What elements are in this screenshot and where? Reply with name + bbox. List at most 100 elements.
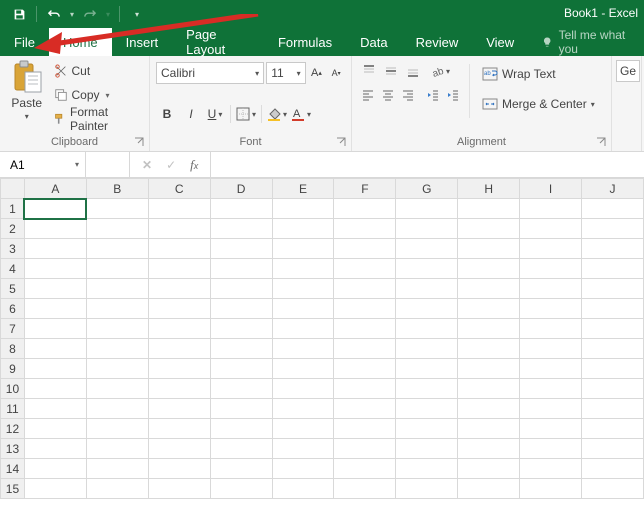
tab-file[interactable]: File bbox=[0, 28, 49, 56]
cell[interactable] bbox=[86, 459, 148, 479]
tab-data[interactable]: Data bbox=[346, 28, 401, 56]
cell[interactable] bbox=[396, 299, 458, 319]
cell[interactable] bbox=[24, 459, 86, 479]
column-header[interactable]: G bbox=[396, 179, 458, 199]
cell[interactable] bbox=[210, 319, 272, 339]
cell[interactable] bbox=[458, 299, 520, 319]
align-bottom-button[interactable] bbox=[402, 60, 424, 82]
qat-customize-dropdown[interactable]: ▾ bbox=[126, 3, 148, 25]
cell[interactable] bbox=[210, 459, 272, 479]
cell[interactable] bbox=[272, 299, 334, 319]
cell[interactable] bbox=[396, 399, 458, 419]
cell[interactable] bbox=[272, 199, 334, 219]
font-launcher-icon[interactable] bbox=[335, 136, 347, 148]
cell[interactable] bbox=[520, 239, 582, 259]
merge-center-button[interactable]: Merge & Center ▾ bbox=[478, 90, 595, 118]
cell[interactable] bbox=[148, 419, 210, 439]
cell[interactable] bbox=[86, 439, 148, 459]
alignment-launcher-icon[interactable] bbox=[595, 136, 607, 148]
cell[interactable] bbox=[86, 359, 148, 379]
cell[interactable] bbox=[24, 199, 86, 219]
cell[interactable] bbox=[86, 239, 148, 259]
increase-indent-button[interactable] bbox=[443, 84, 463, 106]
cell[interactable] bbox=[458, 279, 520, 299]
cell[interactable] bbox=[210, 359, 272, 379]
tell-me-search[interactable]: Tell me what you bbox=[534, 28, 644, 56]
cell[interactable] bbox=[396, 239, 458, 259]
cell[interactable] bbox=[334, 419, 396, 439]
cell[interactable] bbox=[24, 479, 86, 499]
cell[interactable] bbox=[334, 359, 396, 379]
tab-insert[interactable]: Insert bbox=[112, 28, 173, 56]
cell[interactable] bbox=[148, 379, 210, 399]
cell[interactable] bbox=[520, 279, 582, 299]
cell[interactable] bbox=[520, 219, 582, 239]
cell[interactable] bbox=[458, 199, 520, 219]
cell[interactable] bbox=[148, 479, 210, 499]
row-header[interactable]: 2 bbox=[1, 219, 25, 239]
cell[interactable] bbox=[334, 379, 396, 399]
clipboard-launcher-icon[interactable] bbox=[133, 136, 145, 148]
cell[interactable] bbox=[581, 219, 643, 239]
cell[interactable] bbox=[396, 259, 458, 279]
cell[interactable] bbox=[520, 479, 582, 499]
font-size-combo[interactable]: 11▾ bbox=[266, 62, 305, 84]
cell[interactable] bbox=[396, 459, 458, 479]
cell[interactable] bbox=[520, 459, 582, 479]
cell[interactable] bbox=[396, 359, 458, 379]
cell[interactable] bbox=[334, 439, 396, 459]
cell[interactable] bbox=[581, 299, 643, 319]
cell[interactable] bbox=[272, 219, 334, 239]
fill-color-button[interactable]: ▾ bbox=[266, 103, 288, 125]
font-color-button[interactable]: A▾ bbox=[290, 103, 312, 125]
cell[interactable] bbox=[581, 199, 643, 219]
cell[interactable] bbox=[396, 219, 458, 239]
paste-button[interactable]: Paste ▾ bbox=[6, 60, 48, 136]
cell[interactable] bbox=[334, 459, 396, 479]
cell[interactable] bbox=[581, 259, 643, 279]
cell[interactable] bbox=[210, 339, 272, 359]
cell[interactable] bbox=[86, 339, 148, 359]
cell[interactable] bbox=[520, 299, 582, 319]
cell[interactable] bbox=[272, 239, 334, 259]
orientation-button[interactable]: ab▾ bbox=[430, 60, 452, 82]
tab-view[interactable]: View bbox=[472, 28, 528, 56]
cell[interactable] bbox=[396, 379, 458, 399]
cell[interactable] bbox=[24, 279, 86, 299]
column-header[interactable]: E bbox=[272, 179, 334, 199]
cell[interactable] bbox=[520, 319, 582, 339]
italic-button[interactable]: I bbox=[180, 103, 202, 125]
bold-button[interactable]: B bbox=[156, 103, 178, 125]
cell[interactable] bbox=[86, 299, 148, 319]
column-header[interactable]: A bbox=[24, 179, 86, 199]
cell[interactable] bbox=[86, 259, 148, 279]
cell[interactable] bbox=[458, 459, 520, 479]
cell[interactable] bbox=[210, 379, 272, 399]
column-header[interactable]: C bbox=[148, 179, 210, 199]
cell[interactable] bbox=[458, 399, 520, 419]
cell[interactable] bbox=[86, 479, 148, 499]
cell[interactable] bbox=[458, 239, 520, 259]
cell[interactable] bbox=[148, 199, 210, 219]
align-right-button[interactable] bbox=[398, 84, 418, 106]
select-all-corner[interactable] bbox=[1, 179, 25, 199]
cell[interactable] bbox=[458, 339, 520, 359]
cell[interactable] bbox=[86, 419, 148, 439]
cell[interactable] bbox=[581, 399, 643, 419]
cell[interactable] bbox=[24, 319, 86, 339]
cell[interactable] bbox=[272, 259, 334, 279]
cell[interactable] bbox=[334, 199, 396, 219]
cell[interactable] bbox=[581, 339, 643, 359]
cell[interactable] bbox=[24, 359, 86, 379]
row-header[interactable]: 13 bbox=[1, 439, 25, 459]
cell[interactable] bbox=[581, 359, 643, 379]
cell[interactable] bbox=[458, 219, 520, 239]
column-header[interactable]: J bbox=[581, 179, 643, 199]
cell[interactable] bbox=[272, 399, 334, 419]
cell[interactable] bbox=[520, 199, 582, 219]
cell[interactable] bbox=[210, 199, 272, 219]
cell[interactable] bbox=[86, 319, 148, 339]
cell[interactable] bbox=[334, 479, 396, 499]
cell[interactable] bbox=[148, 399, 210, 419]
cell[interactable] bbox=[581, 239, 643, 259]
